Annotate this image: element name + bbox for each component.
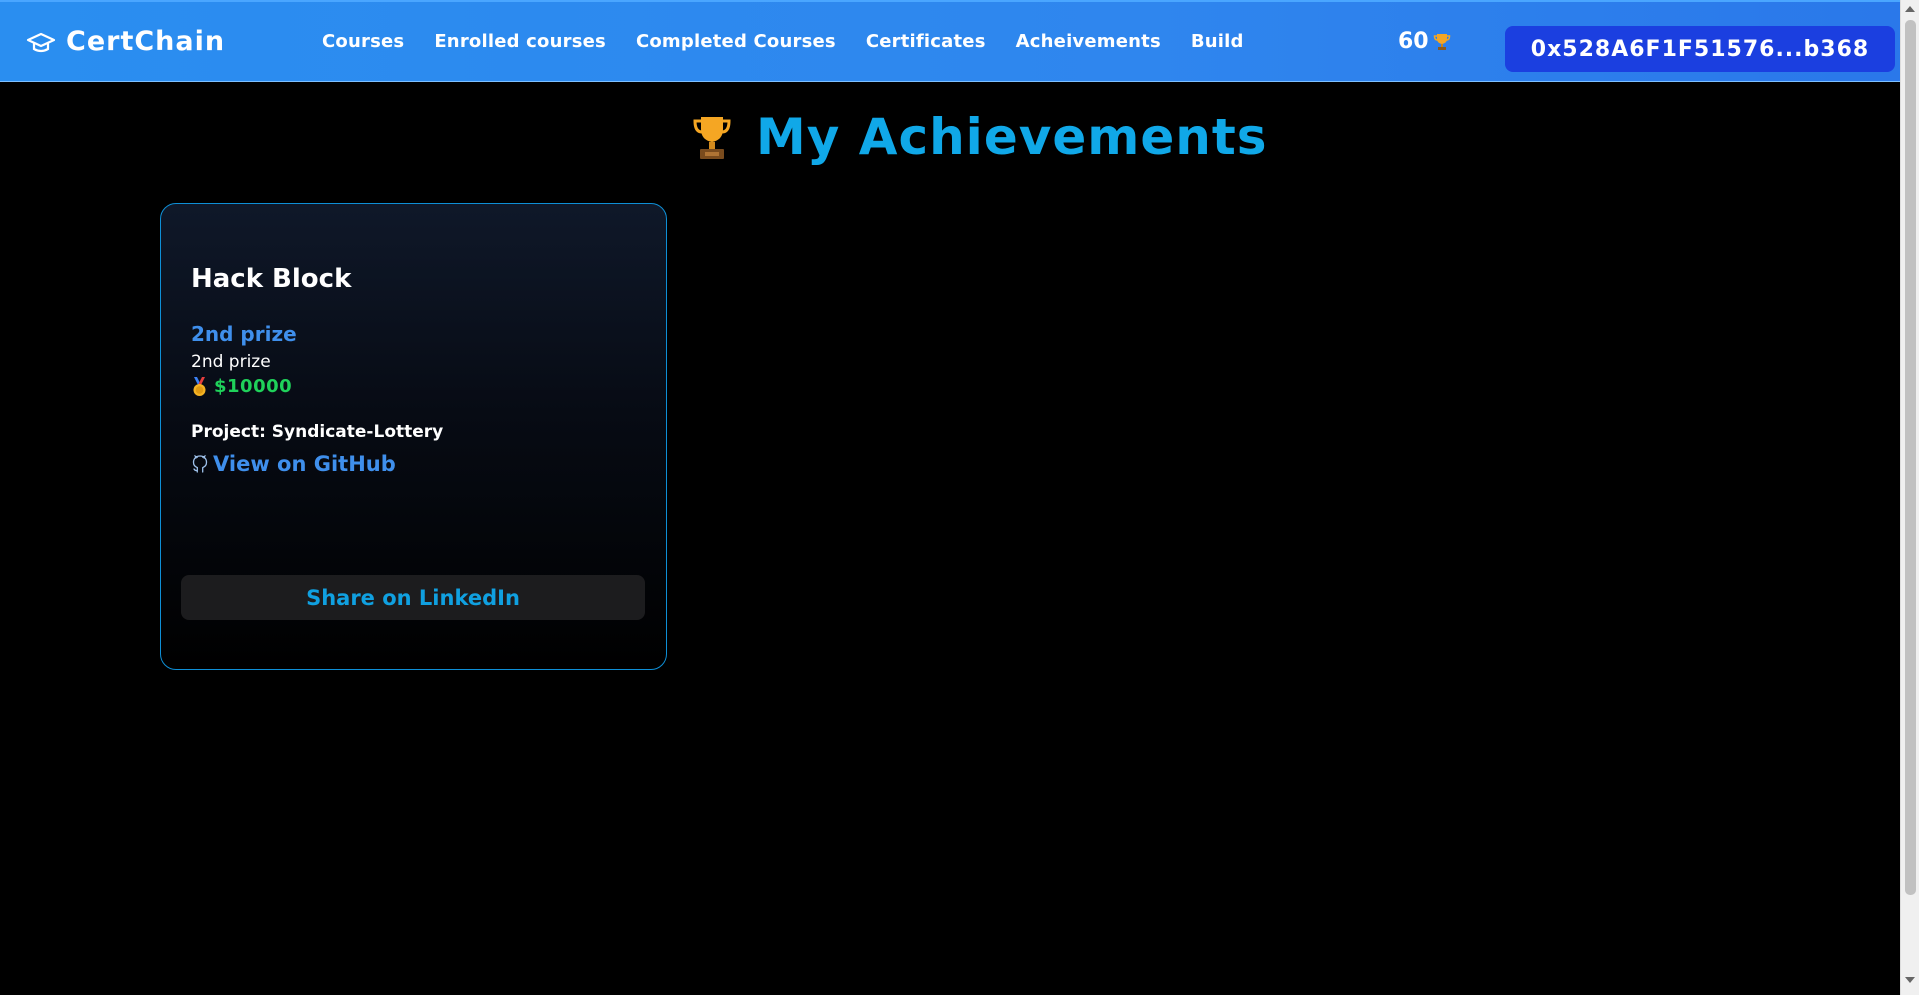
- nav-courses[interactable]: Courses: [322, 31, 404, 52]
- share-linkedin-button[interactable]: Share on LinkedIn: [181, 575, 645, 620]
- points-display: 60: [1398, 29, 1451, 54]
- trophy-icon: [693, 117, 731, 159]
- top-nav-bar: CertChain Courses Enrolled courses Compl…: [0, 0, 1900, 82]
- github-link[interactable]: View on GitHub: [191, 452, 396, 476]
- achievement-card: Hack Block 2nd prize 2nd prize $10000 Pr…: [160, 203, 667, 670]
- achievement-reward: $10000: [191, 376, 292, 397]
- github-link-label: View on GitHub: [213, 452, 396, 476]
- achievement-event-name: Hack Block: [191, 264, 352, 294]
- github-icon: [192, 454, 208, 473]
- nav-enrolled-courses[interactable]: Enrolled courses: [434, 31, 606, 52]
- brand-logo[interactable]: CertChain: [26, 26, 225, 57]
- medal-icon: [193, 376, 206, 396]
- scrollbar-thumb[interactable]: [1905, 20, 1916, 895]
- vertical-scrollbar[interactable]: [1900, 0, 1919, 995]
- achievement-prize-description: 2nd prize: [191, 352, 271, 372]
- main-nav: Courses Enrolled courses Completed Cours…: [322, 31, 1274, 52]
- brand-name: CertChain: [66, 26, 226, 57]
- points-value: 60: [1398, 29, 1429, 54]
- nav-achievements[interactable]: Acheivements: [1016, 31, 1161, 52]
- graduation-cap-icon: [26, 32, 56, 52]
- page-heading: My Achievements: [690, 108, 1268, 166]
- scroll-up-arrow-icon[interactable]: [1905, 6, 1915, 12]
- nav-build[interactable]: Build: [1191, 31, 1244, 52]
- scroll-down-arrow-icon[interactable]: [1905, 977, 1915, 983]
- achievement-project: Project: Syndicate-Lottery: [191, 422, 444, 442]
- achievement-prize: 2nd prize: [191, 322, 297, 346]
- wallet-address-button[interactable]: 0x528A6F1F51576...b368: [1505, 26, 1895, 72]
- page-title: My Achievements: [756, 108, 1268, 166]
- reward-amount: $10000: [214, 376, 293, 397]
- nav-certificates[interactable]: Certificates: [866, 31, 986, 52]
- nav-completed-courses[interactable]: Completed Courses: [636, 31, 836, 52]
- trophy-icon: [1433, 33, 1450, 50]
